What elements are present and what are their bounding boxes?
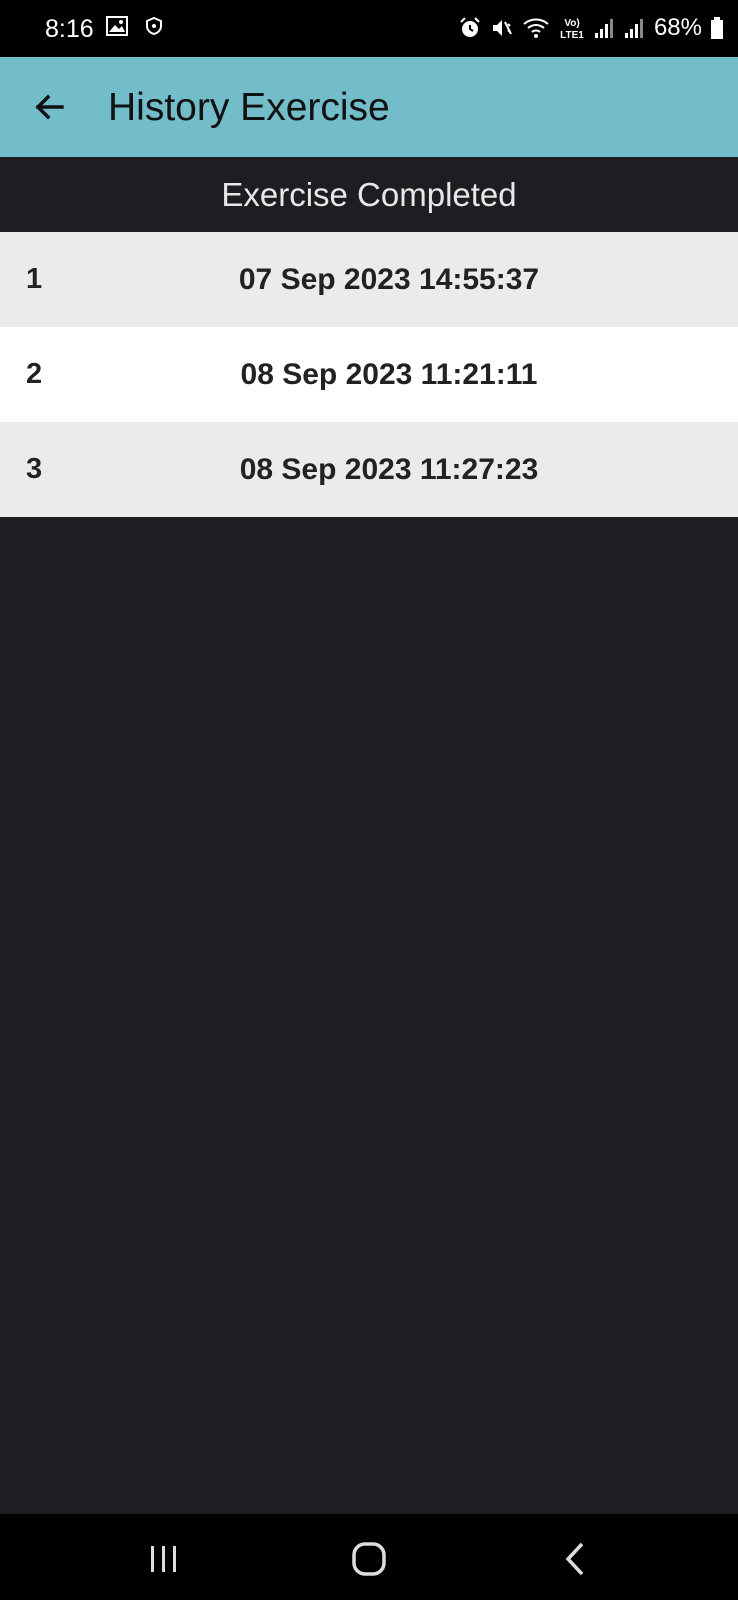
svg-text:Vo): Vo)	[564, 18, 579, 29]
section-header: Exercise Completed	[221, 176, 517, 213]
status-left-icons	[106, 16, 162, 36]
wifi-icon	[523, 18, 549, 38]
status-bar: 8:16 Vo) LTE1 68%	[0, 0, 738, 57]
status-right-icons: Vo) LTE1 68%	[458, 13, 724, 43]
signal-icon	[594, 19, 613, 38]
shield-icon	[146, 17, 162, 35]
row-datetime: 08 Sep 2023 11:27:23	[239, 453, 539, 486]
arrow-left-icon[interactable]	[30, 87, 70, 127]
mute-icon	[492, 20, 512, 36]
list-item[interactable]: 1 07 Sep 2023 14:55:37	[0, 232, 738, 327]
system-nav-bar	[0, 1514, 738, 1600]
history-list: 1 07 Sep 2023 14:55:37 2 08 Sep 2023 11:…	[0, 232, 738, 517]
status-time: 8:16	[45, 15, 94, 43]
home-icon[interactable]	[347, 1537, 391, 1581]
svg-text:LTE1: LTE1	[560, 30, 584, 41]
battery-percentage: 68%	[653, 14, 702, 41]
signal-icon	[624, 19, 643, 38]
list-item[interactable]: 3 08 Sep 2023 11:27:23	[0, 422, 738, 517]
list-item[interactable]: 2 08 Sep 2023 11:21:11	[0, 327, 738, 422]
back-icon[interactable]	[554, 1537, 598, 1581]
alarm-icon	[460, 17, 480, 37]
gallery-icon	[106, 16, 128, 36]
row-datetime: 07 Sep 2023 14:55:37	[238, 263, 540, 296]
row-datetime: 08 Sep 2023 11:21:11	[240, 358, 538, 391]
battery-icon	[711, 17, 723, 39]
page-title: History Exercise	[108, 86, 390, 129]
volte-icon: Vo) LTE1	[560, 18, 584, 41]
app-bar: History Exercise	[0, 57, 738, 157]
recent-apps-icon[interactable]	[142, 1537, 186, 1581]
